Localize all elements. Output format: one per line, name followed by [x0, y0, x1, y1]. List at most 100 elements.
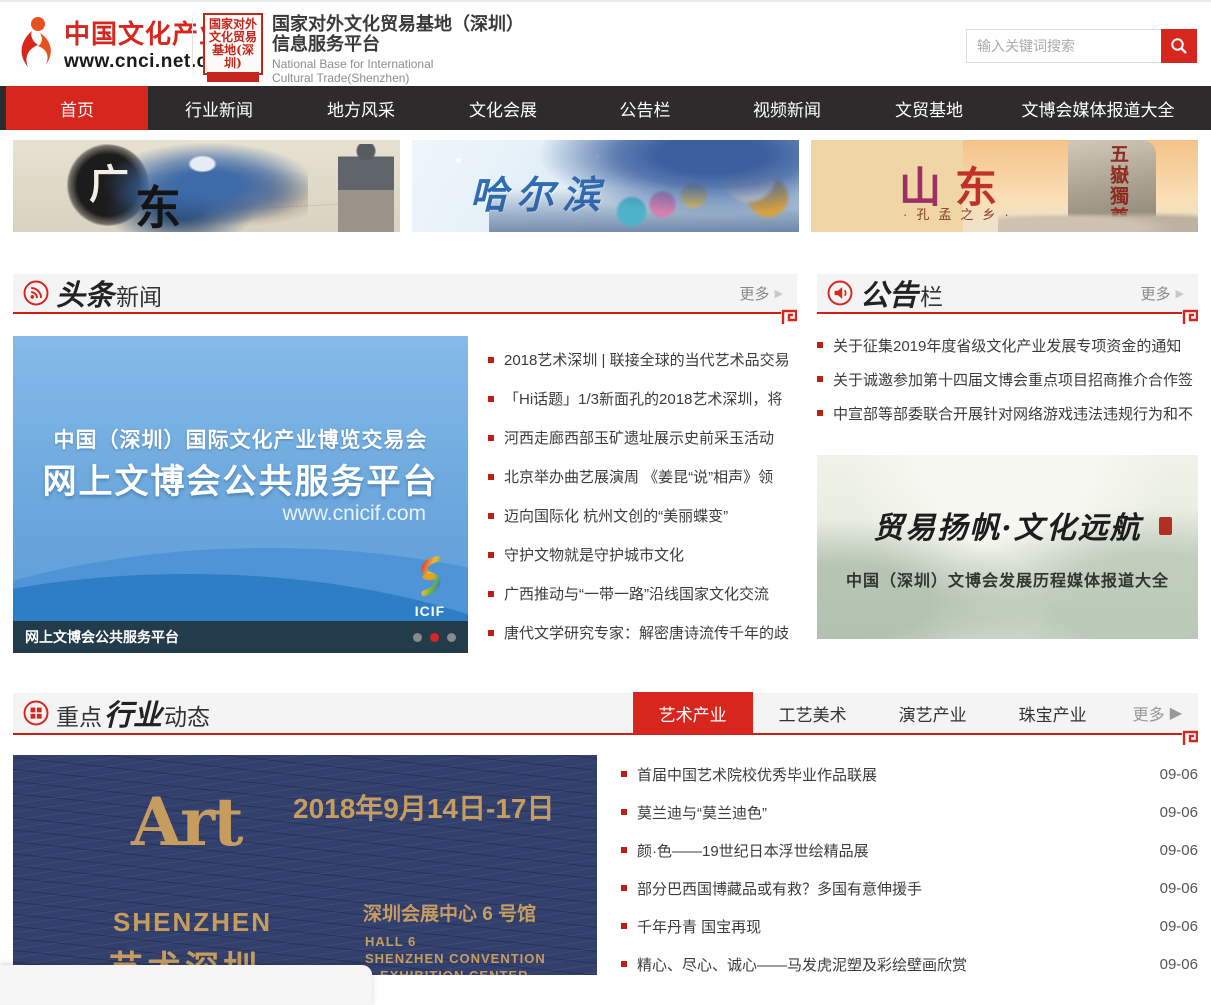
industry-title-pre: 重点 — [56, 698, 102, 732]
list-item[interactable]: 迈向国际化 杭州文创的“美丽蝶变” — [488, 496, 797, 535]
list-item[interactable]: 莫兰迪与“莫兰迪色”09-06 — [621, 793, 1198, 831]
corner-ornament — [781, 309, 797, 325]
tab-arts-crafts[interactable]: 工艺美术 — [753, 692, 873, 734]
headline-news-list: 2018艺术深圳 | 联接全球的当代艺术品交易 「Hi话题」1/3新面孔的201… — [488, 336, 797, 653]
headline-section: 头条 新闻 更多 ▶ 中国（深圳）国际文化产业博览交易会 — [13, 274, 797, 653]
banner-row: 广 东 哈尔滨 五嶽獨尊 山东 ·孔孟之乡· — [0, 130, 1211, 232]
bullet-icon — [621, 885, 627, 891]
news-link[interactable]: 唐代文学研究专家：解密唐诗流传千年的歧 — [504, 622, 789, 643]
industry-title-rest: 动态 — [164, 698, 210, 732]
bullet-icon — [817, 410, 823, 416]
news-link[interactable]: 部分巴西国博藏品或有救？多国有意伸援手 — [637, 878, 922, 899]
poster-hall-line2: SHENZHEN CONVENTION — [365, 950, 546, 967]
search-button[interactable] — [1161, 29, 1197, 63]
nav-item-industry-news[interactable]: 行业新闻 — [148, 86, 290, 130]
list-item[interactable]: 守护文物就是守护城市文化 — [488, 535, 797, 574]
banner-guangdong-char1: 广 — [89, 152, 129, 210]
banner-shandong[interactable]: 五嶽獨尊 山东 ·孔孟之乡· — [811, 140, 1198, 232]
banner-shandong-subtitle: ·孔孟之乡· — [903, 204, 1018, 223]
nav-item-local-style[interactable]: 地方风采 — [290, 86, 432, 130]
news-link[interactable]: 精心、尽心、诚心——马发虎泥塑及彩绘壁画欣赏 — [637, 954, 967, 975]
nav-item-notice-board[interactable]: 公告栏 — [574, 86, 716, 130]
notice-header: 公告 栏 更多 ▶ — [817, 274, 1198, 314]
grid-icon — [23, 700, 49, 726]
base-title-line1: 国家对外文化贸易基地（深圳） — [272, 14, 524, 34]
bullet-icon — [488, 513, 494, 519]
industry-header: 重点 行业 动态 艺术产业 工艺美术 演艺产业 珠宝产业 更多 ▶ — [13, 693, 1198, 735]
list-item[interactable]: 唐代文学研究专家：解密唐诗流传千年的歧 — [488, 613, 797, 652]
list-item[interactable]: 2018艺术深圳 | 联接全球的当代艺术品交易 — [488, 340, 797, 379]
trade-sail-banner[interactable]: 贸易扬帆·文化远航 中国（深圳）文博会发展历程媒体报道大全 — [817, 455, 1198, 639]
flame-icon — [14, 15, 58, 73]
list-item[interactable]: 中宣部等部委联合开展针对网络游戏违法违规行为和不 — [817, 396, 1198, 430]
poster-hall-line3: & EXHIBITION CENTER — [365, 967, 546, 975]
notice-link[interactable]: 关于征集2019年度省级文化产业发展专项资金的通知 — [833, 335, 1181, 356]
nav-item-video-news[interactable]: 视频新闻 — [716, 86, 858, 130]
tab-jewelry[interactable]: 珠宝产业 — [993, 692, 1113, 734]
news-link[interactable]: 守护文物就是守护城市文化 — [504, 544, 684, 565]
headline-more-link[interactable]: 更多 ▶ — [740, 283, 783, 304]
carousel-url: www.cnicif.com — [282, 502, 426, 526]
corner-ornament — [1182, 730, 1198, 746]
carousel-slide: 中国（深圳）国际文化产业博览交易会 网上文博会公共服务平台 www.cnicif… — [13, 336, 468, 621]
news-link[interactable]: 「Hi话题」1/3新面孔的2018艺术深圳，将 — [504, 388, 782, 409]
carousel-dot-2[interactable] — [430, 633, 439, 642]
banner-harbin[interactable]: 哈尔滨 — [412, 140, 799, 232]
list-item[interactable]: 北京举办曲艺展演周 《姜昆“说”相声》领 — [488, 457, 797, 496]
news-link[interactable]: 首届中国艺术院校优秀毕业作品联展 — [637, 764, 877, 785]
news-link[interactable]: 迈向国际化 杭州文创的“美丽蝶变” — [504, 505, 728, 526]
banner-guangdong[interactable]: 广 东 — [13, 140, 400, 232]
poster-date: 2018年9月14日-17日 — [293, 787, 554, 827]
seal-strip — [207, 72, 259, 82]
nav-item-home[interactable]: 首页 — [6, 86, 148, 130]
list-item[interactable]: 河西走廊西部玉矿遗址展示史前采玉活动 — [488, 418, 797, 457]
statue-art — [338, 144, 394, 232]
bullet-icon — [621, 923, 627, 929]
industry-section: 重点 行业 动态 艺术产业 工艺美术 演艺产业 珠宝产业 更多 ▶ Art — [0, 693, 1211, 983]
news-link[interactable]: 河西走廊西部玉矿遗址展示史前采玉活动 — [504, 427, 774, 448]
list-item[interactable]: 千年丹青 国宝再现09-06 — [621, 907, 1198, 945]
nav-item-trade-base[interactable]: 文贸基地 — [858, 86, 1000, 130]
news-link[interactable]: 2018艺术深圳 | 联接全球的当代艺术品交易 — [504, 349, 790, 370]
icif-swirl-icon — [408, 554, 452, 598]
list-item[interactable]: 精心、尽心、诚心——马发虎泥塑及彩绘壁画欣赏09-06 — [621, 945, 1198, 983]
list-item[interactable]: 颜·色——19世纪日本浮世绘精品展09-06 — [621, 831, 1198, 869]
nav-item-culture-expo[interactable]: 文化会展 — [432, 86, 574, 130]
headline-title-strong: 头条 — [56, 272, 114, 314]
bottom-overlay-card — [0, 965, 372, 1005]
list-item[interactable]: 关于诚邀参加第十四届文博会重点项目招商推介合作签 — [817, 362, 1198, 396]
list-item[interactable]: 「Hi话题」1/3新面孔的2018艺术深圳，将 — [488, 379, 797, 418]
list-item[interactable]: 关于征集2019年度省级文化产业发展专项资金的通知 — [817, 328, 1198, 362]
news-link[interactable]: 莫兰迪与“莫兰迪色” — [637, 802, 767, 823]
nav-item-media-report[interactable]: 文博会媒体报道大全 — [1000, 86, 1196, 130]
list-item[interactable]: 部分巴西国博藏品或有救？多国有意伸援手09-06 — [621, 869, 1198, 907]
base-subtitle-line1: National Base for International — [272, 57, 524, 71]
search-input[interactable] — [966, 29, 1161, 63]
news-link[interactable]: 北京举办曲艺展演周 《姜昆“说”相声》领 — [504, 466, 773, 487]
trade-sail-title: 贸易扬帆·文化远航 — [817, 503, 1198, 547]
notice-link[interactable]: 关于诚邀参加第十四届文博会重点项目招商推介合作签 — [833, 369, 1193, 390]
notice-more-link[interactable]: 更多 ▶ — [1141, 283, 1184, 304]
list-item[interactable]: 首届中国艺术院校优秀毕业作品联展 09-06 — [621, 755, 1198, 793]
headline-carousel[interactable]: 中国（深圳）国际文化产业博览交易会 网上文博会公共服务平台 www.cnicif… — [13, 336, 468, 653]
base-subtitle-line2: Cultural Trade(Shenzhen) — [272, 71, 524, 85]
chevron-right-icon: ▶ — [775, 287, 783, 300]
carousel-dot-3[interactable] — [447, 633, 456, 642]
industry-body: Art SHENZHEN 艺术深圳 2018年9月14日-17日 深圳会展中心 … — [13, 755, 1198, 983]
tab-art-industry[interactable]: 艺术产业 — [633, 692, 753, 734]
art-shenzhen-poster[interactable]: Art SHENZHEN 艺术深圳 2018年9月14日-17日 深圳会展中心 … — [13, 755, 597, 975]
notice-link[interactable]: 中宣部等部委联合开展针对网络游戏违法违规行为和不 — [833, 403, 1193, 424]
list-item[interactable]: 广西推动与“一带一路”沿线国家文化交流 — [488, 574, 797, 613]
chevron-right-icon: ▶ — [1176, 287, 1184, 300]
tab-performing-arts[interactable]: 演艺产业 — [873, 692, 993, 734]
carousel-dot-1[interactable] — [413, 633, 422, 642]
industry-title: 重点 行业 动态 — [23, 692, 210, 734]
news-date: 09-06 — [1148, 766, 1198, 783]
news-link[interactable]: 广西推动与“一带一路”沿线国家文化交流 — [504, 583, 769, 604]
news-link[interactable]: 颜·色——19世纪日本浮世绘精品展 — [637, 840, 869, 861]
notice-title: 公告 栏 — [827, 272, 943, 314]
news-link[interactable]: 千年丹青 国宝再现 — [637, 916, 761, 937]
icif-logo: ICIF — [408, 554, 452, 619]
page: 中国文化产业网 www.cnci.net.cn 国家对外 文化贸易 基地(深圳)… — [0, 0, 1211, 980]
industry-more-link[interactable]: 更多 ▶ — [1113, 692, 1198, 734]
